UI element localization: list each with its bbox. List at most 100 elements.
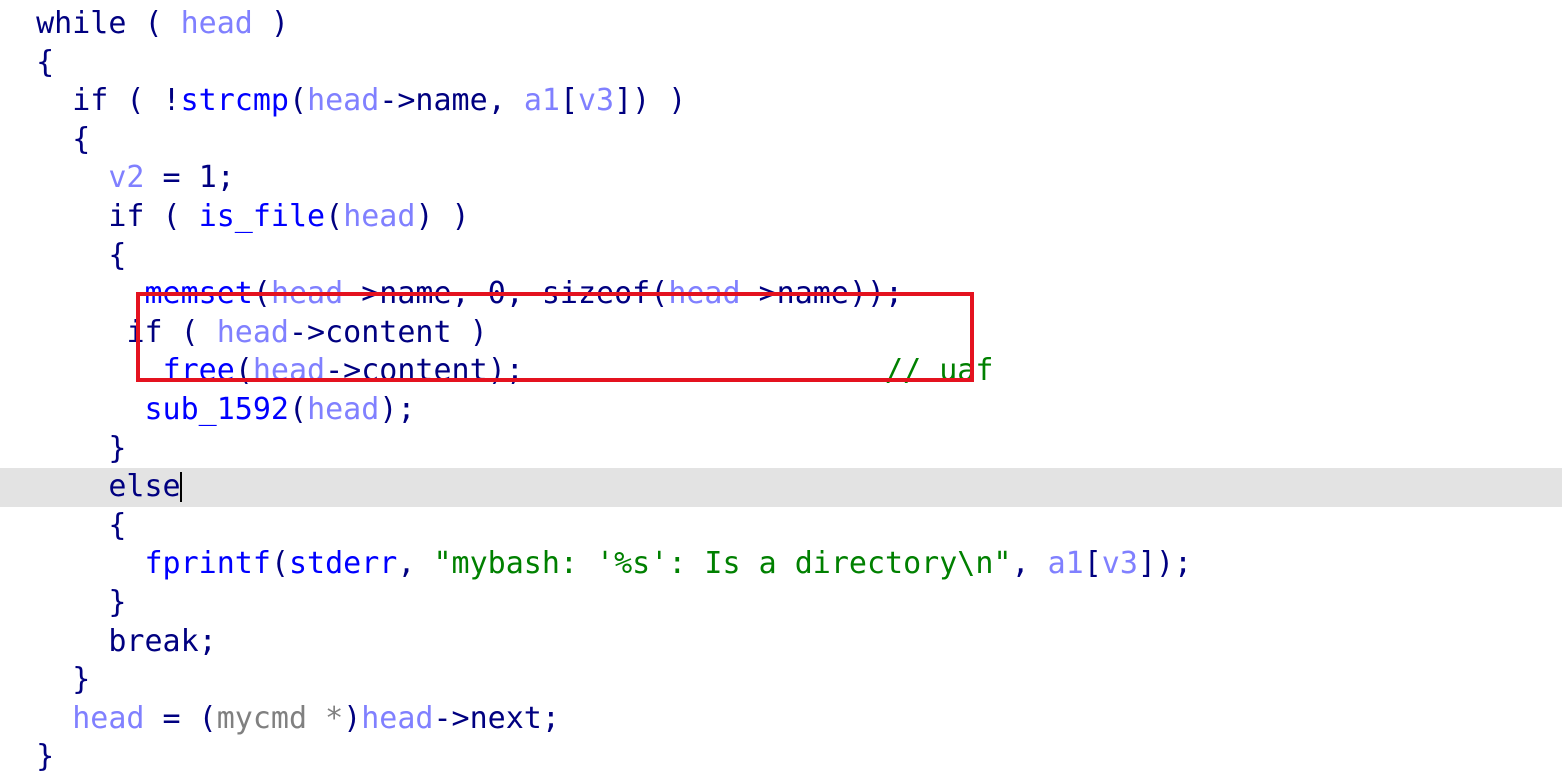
code-token-kw: , — [1011, 546, 1048, 582]
code-line-current[interactable]: else — [0, 468, 1562, 507]
code-token-var: a1 — [523, 83, 560, 119]
code-token-kw: { — [108, 507, 127, 543]
code-line[interactable]: v2 = 1; — [0, 159, 1562, 198]
code-line[interactable]: memset(head->name, 0, sizeof(head->name)… — [0, 275, 1562, 314]
code-token-kw: ( — [234, 353, 253, 389]
code-token-member: ->next — [433, 700, 542, 736]
code-line[interactable]: break; — [0, 623, 1562, 662]
code-line[interactable]: } — [0, 430, 1562, 469]
code-token-comment: // uaf — [885, 353, 994, 389]
code-token-type: * — [307, 700, 344, 736]
code-token-var: head — [361, 700, 434, 736]
code-editor-view[interactable]: while ( head ) { if ( !strcmp(head->name… — [0, 0, 1562, 774]
code-token-var: head — [252, 353, 326, 389]
code-line[interactable]: sub_1592(head); — [0, 391, 1562, 430]
code-line[interactable]: } — [0, 584, 1562, 623]
code-token-kw: } — [72, 662, 91, 698]
code-token-kw: , — [451, 276, 488, 312]
code-token-kw: ; — [541, 700, 560, 736]
code-token-kw: ( — [289, 391, 308, 427]
indentation — [0, 468, 108, 507]
code-token-kw: [ — [559, 83, 578, 119]
code-lines-container[interactable]: while ( head ) { if ( !strcmp(head->name… — [0, 5, 1562, 777]
text-caret — [179, 472, 182, 503]
code-token-kw: { — [36, 44, 55, 80]
indentation — [0, 738, 36, 777]
indentation — [0, 623, 108, 662]
code-token-kw — [524, 353, 885, 388]
code-token-var: head — [307, 391, 380, 427]
code-token-kw: break; — [108, 623, 217, 659]
code-token-num: 1 — [198, 160, 217, 196]
indentation — [0, 314, 126, 353]
code-token-kw: ( — [270, 546, 289, 582]
indentation — [0, 545, 145, 584]
code-token-kw: , — [487, 83, 524, 119]
code-line[interactable]: if ( is_file(head) ) — [0, 198, 1562, 237]
indentation — [0, 5, 36, 44]
code-token-func: fprintf — [144, 546, 271, 582]
indentation — [0, 121, 72, 160]
code-token-func: free — [162, 353, 235, 389]
code-token-kw: } — [108, 584, 127, 620]
code-token-kw: ]) ) — [614, 83, 687, 119]
code-token-var: a1 — [1047, 546, 1084, 582]
code-line[interactable]: { — [0, 507, 1562, 546]
code-token-func: memset — [144, 276, 253, 312]
code-line[interactable]: head = (mycmd *)head->next; — [0, 700, 1562, 739]
code-token-kw: { — [72, 121, 91, 157]
code-token-kw: ( — [252, 276, 271, 312]
code-token-num: 0 — [487, 276, 506, 312]
indentation — [0, 661, 72, 700]
code-line[interactable]: } — [0, 738, 1562, 777]
indentation — [0, 237, 108, 276]
code-token-kw: ]); — [1137, 546, 1193, 582]
code-token-kw: else — [108, 469, 181, 505]
code-token-func: stderr — [289, 546, 398, 582]
code-token-kw: { — [108, 237, 127, 273]
code-line[interactable]: while ( head ) — [0, 5, 1562, 44]
code-line[interactable]: if ( !strcmp(head->name, a1[v3]) ) — [0, 82, 1562, 121]
code-token-member: ->name — [740, 276, 849, 312]
indentation — [0, 82, 72, 121]
code-token-var: head — [216, 314, 289, 350]
code-token-var: head — [180, 6, 253, 41]
indentation — [0, 584, 108, 623]
indentation — [0, 159, 108, 198]
code-line[interactable]: fprintf(stderr, "mybash: '%s': Is a dire… — [0, 545, 1562, 584]
code-token-var: head — [72, 700, 145, 736]
code-token-member: ->name — [343, 276, 452, 312]
code-line[interactable]: { — [0, 237, 1562, 276]
code-token-kw: } — [36, 739, 55, 775]
code-token-var: v2 — [108, 160, 145, 196]
code-token-kw: if ( — [126, 314, 217, 350]
code-token-member: ->content — [289, 314, 452, 350]
code-line[interactable]: if ( head->content ) — [0, 314, 1562, 353]
code-token-kw: = — [144, 160, 199, 196]
code-token-kw: ) ) — [415, 198, 470, 234]
indentation — [0, 44, 36, 83]
code-token-kw: ); — [379, 391, 416, 427]
code-token-kw: )); — [848, 276, 904, 312]
code-token-member: ->name — [379, 83, 488, 119]
code-token-member: ->content — [325, 353, 488, 389]
code-token-kw: } — [108, 430, 127, 466]
code-token-var: v3 — [1101, 546, 1138, 582]
code-token-var: head — [668, 276, 741, 312]
code-line[interactable]: free(head->content); // uaf — [0, 352, 1562, 391]
code-token-func: strcmp — [180, 83, 289, 119]
code-token-kw: ) — [343, 700, 362, 736]
code-token-kw: ; — [216, 160, 235, 196]
code-line[interactable]: { — [0, 44, 1562, 83]
code-token-var: v3 — [578, 83, 615, 119]
code-token-var: head — [307, 83, 380, 119]
code-line[interactable]: { — [0, 121, 1562, 160]
indentation — [0, 352, 163, 391]
code-token-kw: while ( — [36, 6, 181, 41]
code-token-var: head — [270, 276, 344, 312]
indentation — [0, 198, 108, 237]
code-line[interactable]: } — [0, 661, 1562, 700]
code-token-kw: [ — [1083, 546, 1102, 582]
indentation — [0, 700, 72, 739]
code-token-kw: if ( — [108, 198, 199, 234]
